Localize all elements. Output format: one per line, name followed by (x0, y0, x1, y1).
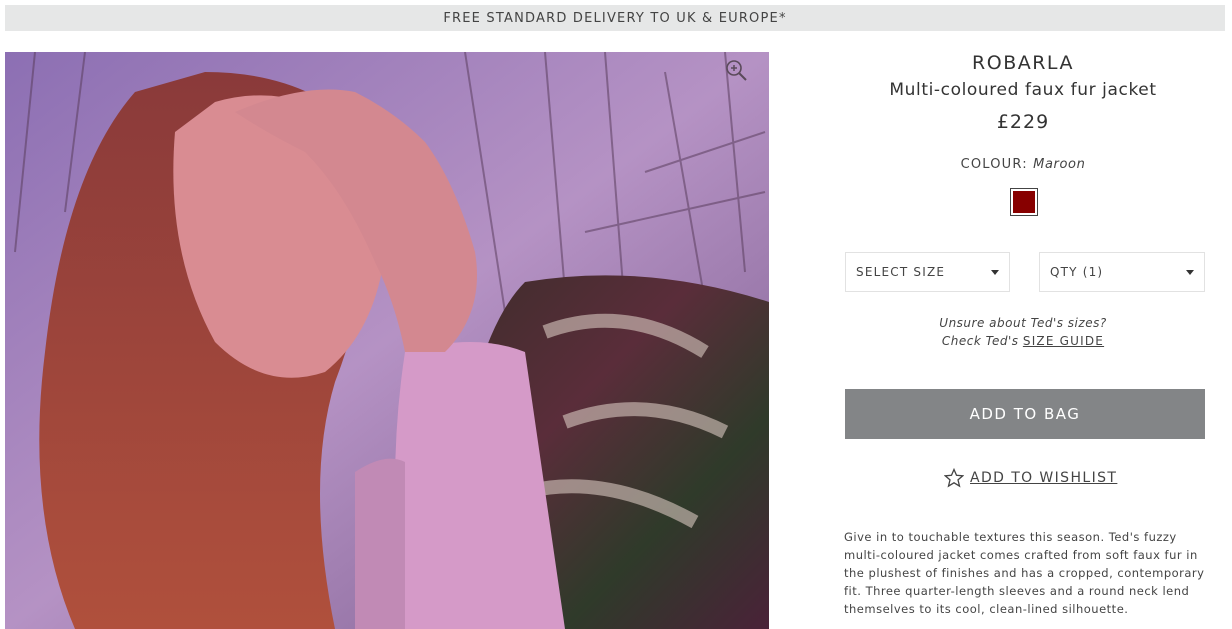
chevron-down-icon (1186, 270, 1194, 275)
star-outline-icon (944, 468, 964, 488)
zoom-in-icon[interactable] (724, 58, 750, 84)
colour-swatch-maroon[interactable] (1010, 188, 1038, 216)
size-help: Unsure about Ted's sizes? Check Ted's SI… (820, 314, 1226, 350)
add-to-wishlist[interactable]: ADD TO WISHLIST (944, 468, 1117, 488)
promo-text: FREE STANDARD DELIVERY TO UK & EUROPE* (443, 10, 787, 26)
colour-label: COLOUR: (960, 157, 1028, 172)
product-description: Give in to touchable textures this seaso… (844, 530, 1205, 616)
product-photo (5, 52, 769, 629)
product-image[interactable] (5, 52, 769, 629)
add-to-bag-button[interactable]: ADD TO BAG (845, 389, 1205, 439)
colour-value: Maroon (1033, 157, 1086, 172)
size-guide-link[interactable]: SIZE GUIDE (1023, 334, 1104, 348)
size-select[interactable]: SELECT SIZE (845, 252, 1010, 292)
product-price: £229 (996, 111, 1050, 133)
quantity-select-label: QTY (1) (1050, 265, 1104, 279)
product-brand: ROBARLA (972, 52, 1074, 74)
product-name: Multi-coloured faux fur jacket (889, 80, 1157, 100)
quantity-select[interactable]: QTY (1) (1039, 252, 1205, 292)
size-help-line1: Unsure about Ted's sizes? (939, 316, 1107, 330)
promo-banner: FREE STANDARD DELIVERY TO UK & EUROPE* (5, 5, 1225, 31)
wishlist-label: ADD TO WISHLIST (970, 470, 1118, 486)
chevron-down-icon (991, 270, 999, 275)
swatch-fill (1013, 191, 1035, 213)
size-help-prefix: Check Ted's (941, 334, 1019, 348)
colour-row: COLOUR: Maroon (820, 157, 1226, 172)
size-select-label: SELECT SIZE (856, 265, 946, 279)
